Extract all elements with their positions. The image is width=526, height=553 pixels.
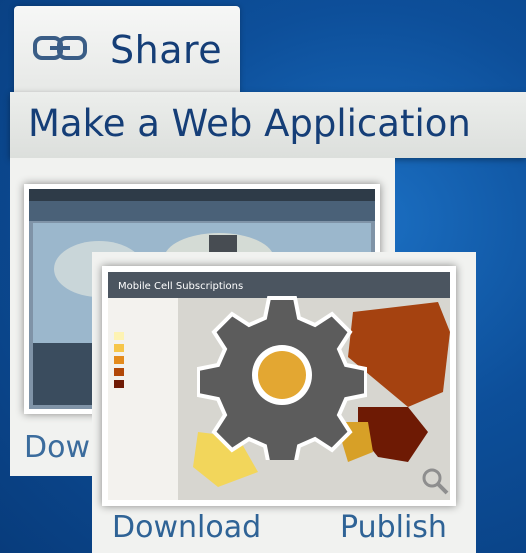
make-web-app-menu-item[interactable]: Make a Web Application xyxy=(10,92,526,158)
link-icon xyxy=(32,32,88,68)
template-card-front[interactable]: Mobile Cell Subscriptions Download Publi… xyxy=(92,252,476,553)
share-label: Share xyxy=(110,28,223,72)
share-tab[interactable]: Share xyxy=(14,6,240,94)
download-link[interactable]: Download xyxy=(112,510,261,545)
publish-link[interactable]: Publish xyxy=(340,510,447,545)
template-thumbnail-front[interactable]: Mobile Cell Subscriptions xyxy=(102,266,456,506)
download-link-back[interactable]: Dow xyxy=(24,430,90,465)
magnifier-icon[interactable] xyxy=(420,466,450,500)
gear-icon xyxy=(196,290,368,468)
menu-title: Make a Web Application xyxy=(28,102,471,145)
